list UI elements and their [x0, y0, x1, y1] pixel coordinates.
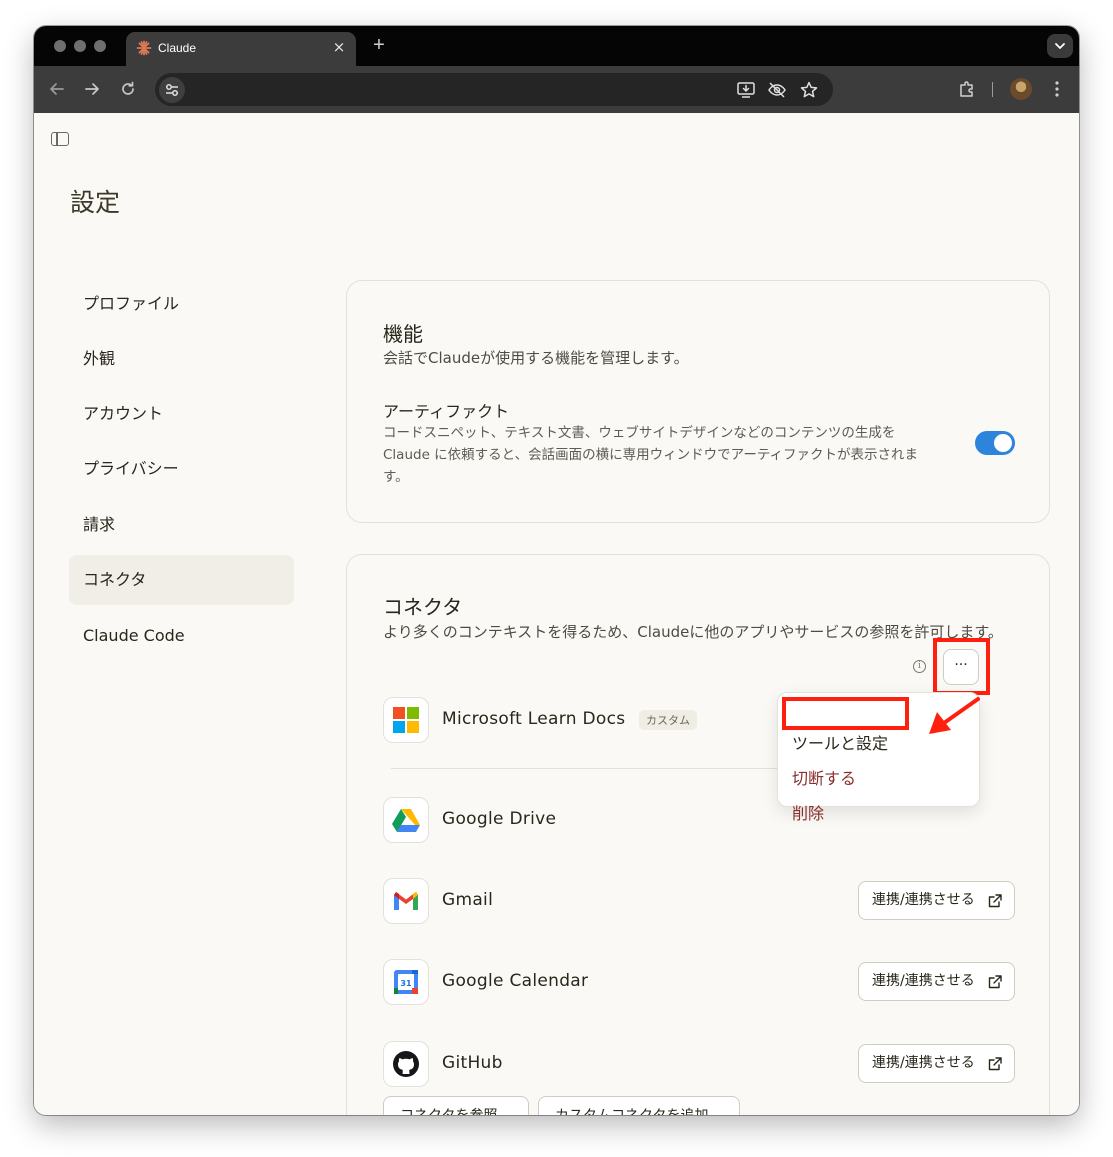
artifact-title: アーティファクト	[383, 402, 510, 421]
external-link-icon	[988, 894, 1002, 908]
nav-item-billing[interactable]: 請求	[69, 500, 294, 550]
highlight-tools-settings	[782, 697, 909, 730]
menu-item-disconnect[interactable]: 切断する	[792, 765, 856, 789]
address-bar[interactable]	[155, 73, 833, 106]
connector-row-github: GitHub 連携/連携させる	[383, 1041, 1015, 1089]
nav-item-claude-code[interactable]: Claude Code	[69, 611, 294, 661]
external-link-icon	[988, 975, 1002, 989]
connect-button-label: 連携/連携させる	[872, 973, 975, 989]
connector-row-google-calendar: 31 Google Calendar 連携/連携させる	[383, 959, 1015, 1007]
highlight-more-button	[933, 638, 990, 695]
forward-icon[interactable]	[81, 78, 103, 100]
connector-name: Gmail	[442, 890, 494, 910]
chevron-down-icon	[1055, 43, 1065, 49]
connect-button-github[interactable]: 連携/連携させる	[858, 1044, 1015, 1083]
eye-off-icon[interactable]	[766, 79, 788, 101]
connect-button-label: 連携/連携させる	[872, 892, 975, 908]
info-icon[interactable]: i	[913, 660, 926, 673]
microsoft-logo-icon	[383, 697, 429, 743]
new-tab-button[interactable]: +	[368, 34, 390, 56]
tab-close-icon[interactable]: ×	[330, 38, 348, 56]
add-custom-connector-button[interactable]: カスタムコネクタを追加	[538, 1096, 740, 1115]
divider	[391, 768, 841, 769]
browser-window: Claude × + 設定 プロファイル 外観 アカウント プライバシー 請求 …	[34, 26, 1079, 1115]
minimize-window-button[interactable]	[74, 40, 86, 52]
tab-search-button[interactable]	[1047, 34, 1073, 58]
features-card: 機能 会話でClaudeが使用する機能を管理します。 アーティファクト コードス…	[346, 280, 1050, 523]
features-title: 機能	[383, 322, 423, 346]
external-link-icon	[988, 1057, 1002, 1071]
connect-button-gmail[interactable]: 連携/連携させる	[858, 881, 1015, 920]
toolbar-separator	[992, 82, 993, 97]
install-app-icon[interactable]	[735, 79, 757, 101]
site-settings-icon	[166, 84, 178, 96]
nav-item-profile[interactable]: プロファイル	[69, 279, 294, 329]
artifact-toggle[interactable]	[975, 431, 1015, 455]
connector-name: Google Drive	[442, 809, 557, 829]
extensions-icon[interactable]	[956, 78, 978, 100]
page-title: 設定	[70, 188, 121, 217]
gmail-icon	[383, 878, 429, 924]
google-drive-icon	[383, 797, 429, 843]
menu-item-delete[interactable]: 削除	[792, 800, 824, 824]
site-settings-button[interactable]	[159, 77, 185, 103]
nav-item-account[interactable]: アカウント	[69, 389, 294, 439]
zoom-window-button[interactable]	[94, 40, 106, 52]
custom-badge: カスタム	[639, 710, 697, 730]
connectors-description: より多くのコンテキストを得るため、Claudeに他のアプリやサービスの参照を許可…	[383, 623, 1003, 641]
close-window-button[interactable]	[54, 40, 66, 52]
calendar-day-label: 31	[400, 979, 412, 988]
more-menu-icon[interactable]	[1046, 78, 1068, 100]
profile-avatar[interactable]	[1010, 78, 1032, 100]
toggle-knob	[994, 434, 1012, 452]
browse-connectors-button[interactable]: コネクタを参照	[383, 1096, 529, 1115]
tab-strip: Claude × +	[34, 26, 1079, 66]
tab-title: Claude	[158, 41, 197, 55]
connectors-title: コネクタ	[383, 595, 463, 619]
features-description: 会話でClaudeが使用する機能を管理します。	[383, 349, 689, 367]
menu-item-tools-settings[interactable]: ツールと設定	[792, 730, 888, 754]
nav-item-appearance[interactable]: 外観	[69, 334, 294, 384]
github-icon	[383, 1041, 429, 1087]
sidebar-toggle-icon[interactable]	[51, 132, 69, 146]
bookmark-star-icon[interactable]	[798, 79, 820, 101]
browser-toolbar	[34, 66, 1079, 113]
connector-name: Microsoft Learn Docs	[442, 709, 626, 729]
nav-item-privacy[interactable]: プライバシー	[69, 444, 294, 494]
artifact-description: コードスニペット、テキスト文書、ウェブサイトデザインなどのコンテンツの生成を C…	[383, 425, 919, 485]
connector-row-gmail: Gmail 連携/連携させる	[383, 878, 1015, 926]
nav-item-connectors[interactable]: コネクタ	[69, 555, 294, 605]
connect-button-google-calendar[interactable]: 連携/連携させる	[858, 962, 1015, 1001]
connector-name: GitHub	[442, 1053, 503, 1073]
browser-tab[interactable]: Claude ×	[126, 32, 356, 66]
claude-logo-icon	[136, 40, 152, 56]
connector-name: Google Calendar	[442, 971, 589, 991]
reload-icon[interactable]	[117, 78, 139, 100]
back-icon[interactable]	[46, 78, 68, 100]
page-content: 設定 プロファイル 外観 アカウント プライバシー 請求 コネクタ Claude…	[34, 113, 1079, 1115]
connect-button-label: 連携/連携させる	[872, 1055, 975, 1071]
google-calendar-icon: 31	[383, 959, 429, 1005]
